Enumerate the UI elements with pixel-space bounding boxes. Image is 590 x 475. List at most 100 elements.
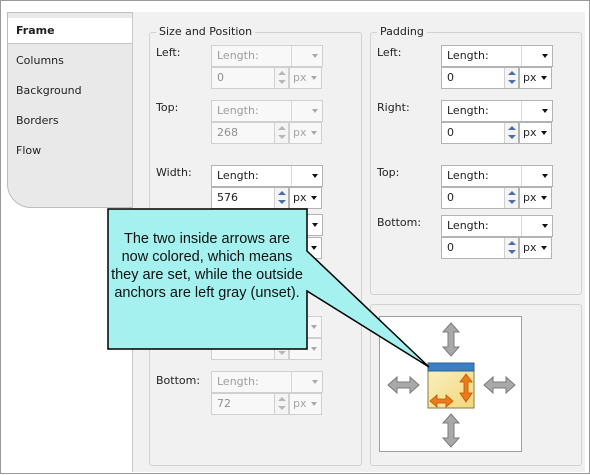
padding-bottom-value-input[interactable]: 0 xyxy=(441,237,519,259)
tab-background[interactable]: Background xyxy=(8,78,132,104)
tab-frame[interactable]: Frame xyxy=(8,18,132,44)
padding-top-unit-type-value: Length: xyxy=(447,169,489,182)
left-unit-type-value: Length: xyxy=(217,49,259,62)
spin-down-icon xyxy=(278,406,286,410)
padding-left-unit-type-select[interactable]: Length: xyxy=(441,45,553,67)
anchor-top-arrow-icon[interactable] xyxy=(441,322,461,357)
padding-right-value-input[interactable]: 0 xyxy=(441,122,519,144)
padding-bottom-unit-type-select[interactable]: Length: xyxy=(441,215,553,237)
padding-top-spinner[interactable] xyxy=(504,188,518,208)
width-spinner[interactable] xyxy=(274,188,288,208)
chevron-down-icon xyxy=(542,54,548,58)
chevron-down-icon xyxy=(311,402,317,406)
chevron-down-icon xyxy=(312,174,318,178)
chevron-down-icon xyxy=(541,76,547,80)
top-unit-type-value: Length: xyxy=(217,104,259,117)
bottom-unit-type-select[interactable]: Length: xyxy=(211,371,323,393)
spin-up-icon xyxy=(278,126,286,130)
spin-down-icon xyxy=(278,80,286,84)
spin-up-icon xyxy=(278,71,286,75)
right-spinner[interactable] xyxy=(274,339,288,359)
padding-top-value-input[interactable]: 0 xyxy=(441,187,519,209)
top-unit-type-select[interactable]: Length: xyxy=(211,100,323,122)
tab-borders[interactable]: Borders xyxy=(8,108,132,134)
padding-left-spinner[interactable] xyxy=(504,68,518,88)
size-position-title: Size and Position xyxy=(156,25,256,38)
bottom-unit-value: px xyxy=(293,397,307,410)
bottom-unit-type-value: Length: xyxy=(217,375,259,388)
anchor-bottom-arrow-icon[interactable] xyxy=(441,413,461,448)
left-unit-type-select[interactable]: Length: xyxy=(211,45,323,67)
anchor-right-arrow-icon[interactable] xyxy=(483,375,516,395)
padding-bottom-unit-value: px xyxy=(523,241,537,254)
spin-up-icon xyxy=(278,342,286,346)
spin-down-icon xyxy=(508,80,516,84)
padding-left-label: Left: xyxy=(377,46,402,59)
frame-dialog: Frame Columns Background Borders Flow Si… xyxy=(0,0,590,474)
top-unit-value: px xyxy=(293,126,307,139)
padding-top-unit-select[interactable]: px xyxy=(519,187,552,209)
bottom-unit-select[interactable]: px xyxy=(289,393,322,415)
padding-bottom-spinner[interactable] xyxy=(504,238,518,258)
left-unit-select[interactable]: px xyxy=(289,67,322,89)
padding-left-unit-select[interactable]: px xyxy=(519,67,552,89)
left-value-input[interactable]: 0 xyxy=(211,67,289,89)
padding-left-value: 0 xyxy=(447,71,454,84)
padding-bottom-unit-type-value: Length: xyxy=(447,219,489,232)
padding-right-spinner[interactable] xyxy=(504,123,518,143)
chevron-down-icon xyxy=(311,196,317,200)
right-value-input[interactable] xyxy=(211,338,289,360)
width-unit-type-select[interactable]: Length: xyxy=(211,165,323,187)
top-spinner[interactable] xyxy=(274,123,288,143)
left-unit-value: px xyxy=(293,71,307,84)
anchor-left-arrow-icon[interactable] xyxy=(387,375,420,395)
chevron-down-icon xyxy=(541,131,547,135)
padding-right-unit-type-value: Length: xyxy=(447,104,489,117)
right-unit-type-select[interactable] xyxy=(289,316,322,338)
chevron-down-icon xyxy=(311,246,317,250)
padding-top-unit-value: px xyxy=(523,191,537,204)
chevron-down-icon xyxy=(311,131,317,135)
bottom-spinner[interactable] xyxy=(274,394,288,414)
padding-top-value: 0 xyxy=(447,191,454,204)
padding-right-unit-type-select[interactable]: Length: xyxy=(441,100,553,122)
padding-right-label: Right: xyxy=(377,101,410,114)
width-label: Width: xyxy=(156,166,192,179)
spin-up-icon xyxy=(278,191,286,195)
spin-up-icon xyxy=(508,71,516,75)
padding-bottom-unit-select[interactable]: px xyxy=(519,237,552,259)
tab-columns[interactable]: Columns xyxy=(8,48,132,74)
padding-bottom-label: Bottom: xyxy=(377,216,422,229)
left-value: 0 xyxy=(217,71,224,84)
padding-top-unit-type-select[interactable]: Length: xyxy=(441,165,553,187)
chevron-down-icon xyxy=(541,246,547,250)
anchor-diagram xyxy=(387,322,516,448)
top-unit-select[interactable]: px xyxy=(289,122,322,144)
bottom-value-input[interactable]: 72 xyxy=(211,393,289,415)
width-value: 576 xyxy=(217,191,238,204)
tab-strip: Frame Columns Background Borders Flow xyxy=(7,12,133,208)
right-unit-select[interactable] xyxy=(289,338,322,360)
chevron-down-icon xyxy=(311,76,317,80)
chevron-down-icon xyxy=(311,325,317,329)
padding-left-value-input[interactable]: 0 xyxy=(441,67,519,89)
padding-bottom-value: 0 xyxy=(447,241,454,254)
left-label: Left: xyxy=(156,46,181,59)
padding-right-value: 0 xyxy=(447,126,454,139)
width-value-input[interactable]: 576 xyxy=(211,187,289,209)
spin-down-icon xyxy=(278,351,286,355)
chevron-down-icon xyxy=(542,224,548,228)
top-value-input[interactable]: 268 xyxy=(211,122,289,144)
spin-up-icon xyxy=(508,126,516,130)
spin-down-icon xyxy=(278,200,286,204)
left-spinner[interactable] xyxy=(274,68,288,88)
padding-right-unit-select[interactable]: px xyxy=(519,122,552,144)
chevron-down-icon xyxy=(312,54,318,58)
padding-right-unit-value: px xyxy=(523,126,537,139)
spin-down-icon xyxy=(278,135,286,139)
tab-flow[interactable]: Flow xyxy=(8,138,132,164)
width-unit-select[interactable]: px xyxy=(289,187,322,209)
spin-up-icon xyxy=(508,191,516,195)
chevron-down-icon xyxy=(311,347,317,351)
bottom-label: Bottom: xyxy=(156,374,201,387)
